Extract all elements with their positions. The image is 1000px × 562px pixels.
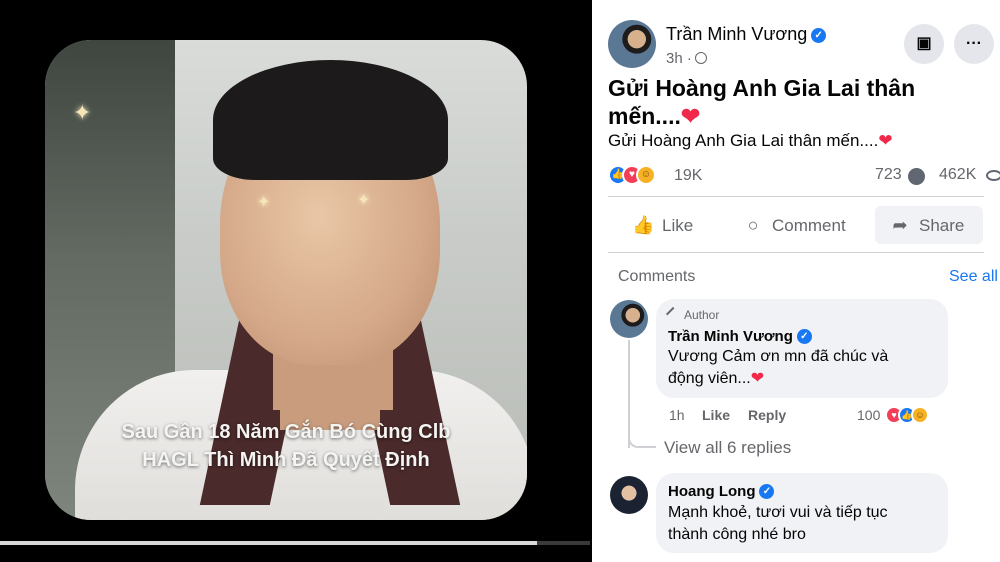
heart-emoji: ❤ xyxy=(878,131,893,150)
share-icon: ➦ xyxy=(892,215,908,235)
comment-text-line: Vương Cảm ơn mn đã chúc và xyxy=(668,348,889,365)
like-label: Like xyxy=(662,216,694,235)
video-caption-line: HAGL Thì Mình Đã Quyết Định xyxy=(142,449,430,471)
comment-label: Comment xyxy=(772,216,846,235)
comment-time[interactable]: 1h xyxy=(669,407,685,423)
comment-reply-button[interactable]: Reply xyxy=(748,407,786,423)
author-badge: Author xyxy=(665,306,720,322)
comment-text-line: động viên... xyxy=(668,370,751,387)
comment-author[interactable]: Hoang Long ✓ xyxy=(668,483,775,500)
comment-text-line-2: động viên...❤ xyxy=(668,368,888,390)
sparkle-effect: ✦ xyxy=(73,100,92,125)
author-badge-label: Author xyxy=(684,308,720,322)
comment-reaction-count[interactable]: 100 xyxy=(857,407,880,423)
like-button[interactable]: 👍 Like xyxy=(632,206,722,244)
comments-label: Comments xyxy=(618,268,696,285)
post-text: Gửi Hoàng Anh Gia Lai thân mến....❤ xyxy=(608,131,893,151)
comment-text-line: Mạnh khoẻ, tươi vui và tiếp tục xyxy=(668,504,888,521)
verified-icon: ✓ xyxy=(811,28,827,43)
reaction-count[interactable]: 19K xyxy=(674,167,702,185)
globe-icon xyxy=(694,52,707,64)
comment-author[interactable]: Trần Minh Vương ✓ xyxy=(668,328,812,345)
view-count: 462K xyxy=(939,166,977,183)
view-replies-link[interactable]: View all 6 replies xyxy=(664,438,791,458)
comment-count[interactable]: 723 xyxy=(875,166,902,184)
sparkle-effect: ✦ xyxy=(257,194,271,211)
care-reaction-icon: ☺ xyxy=(911,406,929,424)
video-caption-line: Sau Gần 18 Năm Gắn Bó Cùng Clb xyxy=(121,421,451,443)
comment-text-line: thành công nhé bro xyxy=(668,526,806,543)
share-button[interactable]: ➦ Share xyxy=(875,206,983,244)
heart-emoji: ❤ xyxy=(680,103,701,129)
more-icon[interactable]: ··· xyxy=(954,24,994,64)
thread-line xyxy=(628,430,656,448)
video-player[interactable]: ✦ ✦ ✦ Sau Gần 18 Năm Gắn Bó Cùng Clb HAG… xyxy=(0,0,590,562)
pen-icon xyxy=(665,306,681,322)
avatar[interactable] xyxy=(610,300,648,338)
eye-icon xyxy=(986,170,1000,181)
post-meta: 3h · xyxy=(666,50,707,67)
comment-bubble-icon xyxy=(908,168,925,185)
video-caption: Sau Gần 18 Năm Gắn Bó Cùng Clb HAGL Thì … xyxy=(45,418,527,474)
comment-bubble: Author Trần Minh Vương ✓ Vương Cảm ơn mn … xyxy=(656,299,948,398)
divider xyxy=(608,196,984,197)
like-icon: 👍 xyxy=(632,215,655,235)
comment-text: Vương Cảm ơn mn đã chúc và động viên...❤ xyxy=(668,346,888,390)
comment-author-name[interactable]: Trần Minh Vương xyxy=(668,328,793,345)
post-title-text: Gửi Hoàng Anh Gia Lai thân mến.... xyxy=(608,75,916,129)
avatar[interactable] xyxy=(610,476,648,514)
comment-bubble: Hoang Long ✓ Mạnh khoẻ, tươi vui và tiếp … xyxy=(656,473,948,553)
comment-icon: ○ xyxy=(747,215,759,235)
share-label: Share xyxy=(919,216,965,235)
post-panel: Trần Minh Vương ✓ 3h · ▣ ··· Gửi Hoàng An… xyxy=(592,0,1000,562)
post-time[interactable]: 3h xyxy=(666,50,683,67)
post-title: Gửi Hoàng Anh Gia Lai thân mến....❤ xyxy=(608,74,988,130)
post-author[interactable]: Trần Minh Vương ✓ xyxy=(666,24,827,45)
video-subject-hair xyxy=(213,60,448,180)
comment-like-button[interactable]: Like xyxy=(702,407,730,423)
sparkle-effect: ✦ xyxy=(357,192,371,209)
comment-author-name[interactable]: Hoang Long xyxy=(668,483,755,500)
care-reaction-icon: ☺ xyxy=(636,165,656,185)
verified-icon: ✓ xyxy=(759,484,775,499)
post-author-name[interactable]: Trần Minh Vương xyxy=(666,24,807,44)
bookmark-icon[interactable]: ▣ xyxy=(904,24,944,64)
video-progress-fill xyxy=(0,541,537,545)
verified-icon: ✓ xyxy=(796,329,812,344)
comment-button[interactable]: ○ Comment xyxy=(742,206,882,244)
video-progress-bar[interactable] xyxy=(0,541,590,545)
see-all-link[interactable]: See all xyxy=(949,268,998,286)
divider xyxy=(608,252,984,253)
heart-emoji: ❤ xyxy=(750,370,765,387)
comment-text: Mạnh khoẻ, tươi vui và tiếp tục thành cô… xyxy=(668,502,888,546)
avatar[interactable] xyxy=(608,20,656,68)
post-body-text: Gửi Hoàng Anh Gia Lai thân mến.... xyxy=(608,131,879,150)
